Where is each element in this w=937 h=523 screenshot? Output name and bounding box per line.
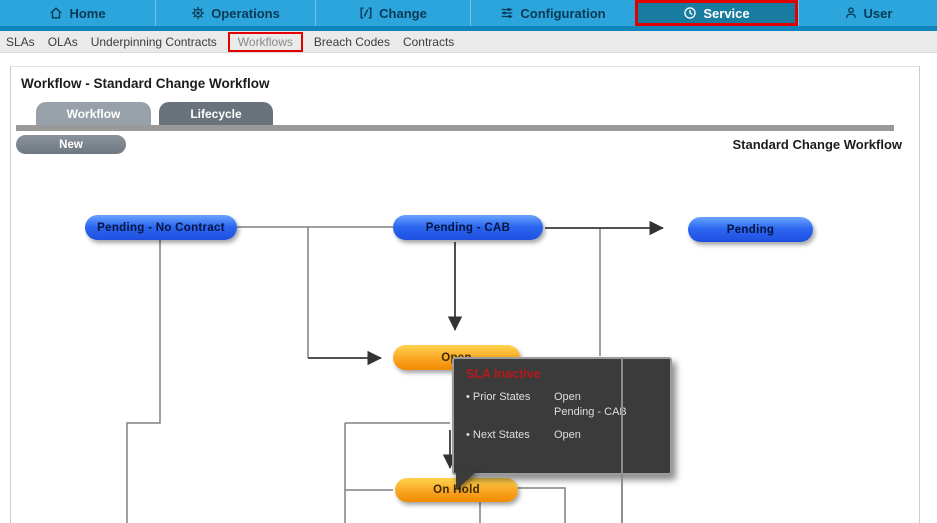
content-panel: Workflow - Standard Change Workflow Work… xyxy=(10,66,920,523)
nav-item-label: Home xyxy=(69,5,106,21)
nav-item-label: Operations xyxy=(211,5,280,21)
service-submenu: SLAs OLAs Underpinning Contracts Workflo… xyxy=(0,31,937,53)
workflow-node-open[interactable]: Open xyxy=(393,345,520,370)
nav-item-label: Configuration xyxy=(520,5,606,21)
nav-item-home[interactable]: Home xyxy=(0,0,155,26)
nav-item-operations[interactable]: Operations xyxy=(155,0,315,26)
tab-separator-bar xyxy=(16,125,894,131)
workflow-node-pending[interactable]: Pending xyxy=(688,217,813,242)
operations-icon xyxy=(191,6,205,20)
new-button[interactable]: New xyxy=(16,135,126,154)
service-icon xyxy=(683,6,697,20)
home-icon xyxy=(49,6,63,20)
submenu-item-contracts[interactable]: Contracts xyxy=(403,35,454,49)
nav-item-label: Change xyxy=(379,5,427,21)
nav-item-configuration[interactable]: Configuration xyxy=(470,0,635,26)
workflow-node-pending-no-contract[interactable]: Pending - No Contract xyxy=(85,215,237,240)
submenu-item-breach-codes[interactable]: Breach Codes xyxy=(314,35,390,49)
nav-item-label: Service xyxy=(703,5,750,21)
tab-lifecycle[interactable]: Lifecycle xyxy=(159,102,273,125)
user-icon xyxy=(844,6,858,20)
nav-item-change[interactable]: Change xyxy=(315,0,470,26)
submenu-item-olas[interactable]: OLAs xyxy=(48,35,78,49)
nav-item-user[interactable]: User xyxy=(798,0,937,26)
page-title: Workflow - Standard Change Workflow xyxy=(21,76,270,91)
nav-accent-strip xyxy=(0,26,937,31)
tab-workflow[interactable]: Workflow xyxy=(36,102,151,125)
nav-item-label: User xyxy=(863,5,893,21)
submenu-item-underpinning-contracts[interactable]: Underpinning Contracts xyxy=(91,35,217,49)
change-icon xyxy=(359,6,373,20)
submenu-item-slas[interactable]: SLAs xyxy=(6,35,35,49)
workflow-name-label: Standard Change Workflow xyxy=(732,137,903,152)
top-navbar: Home Operations Change Configuration Ser… xyxy=(0,0,937,26)
nav-item-service[interactable]: Service xyxy=(635,0,798,26)
configuration-icon xyxy=(500,6,514,20)
workflow-node-on-hold[interactable]: On Hold xyxy=(395,478,518,502)
submenu-item-workflows[interactable]: Workflows xyxy=(227,31,303,52)
workflow-node-pending-cab[interactable]: Pending - CAB xyxy=(393,215,543,240)
